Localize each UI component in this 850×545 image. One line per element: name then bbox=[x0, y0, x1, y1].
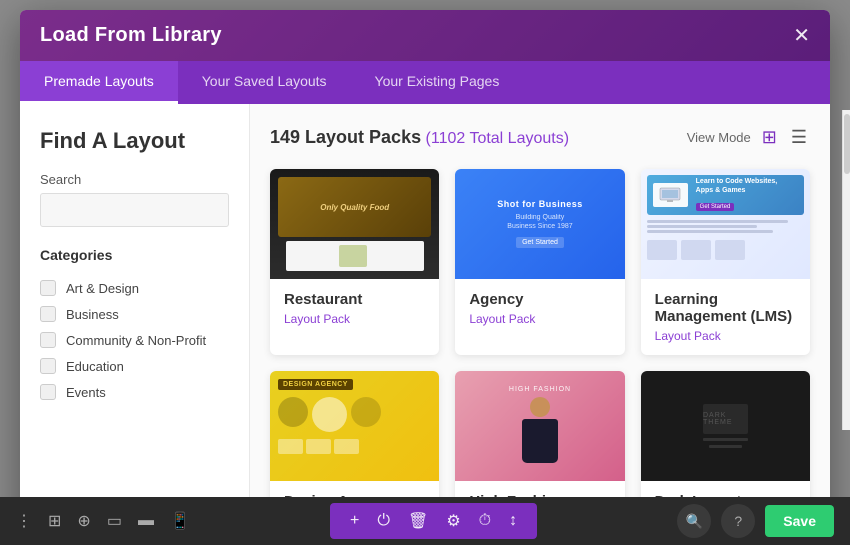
card-preview-agency: Shot for Business Building QualityBusine… bbox=[455, 169, 624, 279]
category-business[interactable]: Business bbox=[40, 301, 229, 327]
card-type-lms: Layout Pack bbox=[655, 329, 796, 343]
restaurant-sub-image bbox=[286, 241, 424, 271]
close-button[interactable]: ✕ bbox=[793, 26, 810, 46]
card-type-restaurant: Layout Pack bbox=[284, 312, 425, 326]
tab-premade[interactable]: Premade Layouts bbox=[20, 61, 178, 104]
lms-body bbox=[647, 218, 804, 235]
add-icon[interactable]: + bbox=[350, 512, 359, 530]
history-icon[interactable]: ⏱ bbox=[479, 512, 491, 530]
layout-card-lms[interactable]: Learn to Code Websites,Apps & Games Get … bbox=[641, 169, 810, 355]
content-header: 149 Layout Packs (1102 Total Layouts) Vi… bbox=[270, 124, 810, 151]
toolbar-left: ⋮ ⊞ ⊕ ▭ ▬ 📱 bbox=[16, 511, 190, 531]
main-content: 149 Layout Packs (1102 Total Layouts) Vi… bbox=[250, 104, 830, 530]
category-checkbox-education[interactable] bbox=[40, 358, 56, 374]
card-preview-design: Design Agency bbox=[270, 371, 439, 481]
modal-tabs: Premade Layouts Your Saved Layouts Your … bbox=[20, 61, 830, 104]
search-icon: 🔍 bbox=[686, 513, 703, 530]
sidebar: Find A Layout Search Categories Art & De… bbox=[20, 104, 250, 530]
view-mode-controls: View Mode ⊞ ☰ bbox=[687, 124, 810, 151]
card-preview-lms: Learn to Code Websites,Apps & Games Get … bbox=[641, 169, 810, 279]
card-preview-dark: Dark Theme bbox=[641, 371, 810, 481]
design-circles bbox=[278, 397, 431, 432]
card-info-agency: Agency Layout Pack bbox=[455, 279, 624, 338]
tablet-icon[interactable]: ▬ bbox=[138, 512, 154, 530]
card-preview-fashion: High Fashion bbox=[455, 371, 624, 481]
layout-grid: Only Quality Food bbox=[270, 169, 810, 530]
list-view-button[interactable]: ☰ bbox=[788, 124, 810, 151]
sidebar-title: Find A Layout bbox=[40, 128, 229, 154]
tab-existing[interactable]: Your Existing Pages bbox=[351, 61, 524, 104]
toolbar-center: + ⏻ 🗑 ⚙ ⏱ ↕ bbox=[330, 503, 537, 539]
categories-title: Categories bbox=[40, 247, 229, 263]
packs-title: 149 Layout Packs (1102 Total Layouts) bbox=[270, 127, 569, 148]
power-icon[interactable]: ⏻ bbox=[377, 512, 390, 530]
card-name-restaurant: Restaurant bbox=[284, 291, 425, 308]
modal-header: Load From Library ✕ bbox=[20, 10, 830, 61]
card-type-agency: Layout Pack bbox=[469, 312, 610, 326]
card-name-agency: Agency bbox=[469, 291, 610, 308]
grid-icon[interactable]: ⊞ bbox=[48, 511, 61, 531]
card-info-restaurant: Restaurant Layout Pack bbox=[270, 279, 439, 338]
desktop-icon[interactable]: ▭ bbox=[107, 511, 122, 531]
sort-icon[interactable]: ↕ bbox=[509, 512, 517, 530]
layout-card-restaurant[interactable]: Only Quality Food bbox=[270, 169, 439, 355]
toolbar-right: 🔍 ? Save bbox=[677, 504, 834, 538]
category-checkbox-business[interactable] bbox=[40, 306, 56, 322]
modal-overlay: Load From Library ✕ Premade Layouts Your… bbox=[0, 0, 850, 545]
restaurant-header-image: Only Quality Food bbox=[278, 177, 431, 237]
help-button[interactable]: ? bbox=[721, 504, 755, 538]
agency-content: Shot for Business Building QualityBusine… bbox=[489, 191, 591, 257]
help-icon: ? bbox=[734, 513, 742, 529]
layout-card-agency[interactable]: Shot for Business Building QualityBusine… bbox=[455, 169, 624, 355]
category-events[interactable]: Events bbox=[40, 379, 229, 405]
bottom-toolbar: ⋮ ⊞ ⊕ ▭ ▬ 📱 + ⏻ 🗑 ⚙ ⏱ ↕ 🔍 ? Save bbox=[0, 497, 850, 545]
search-button[interactable]: 🔍 bbox=[677, 504, 711, 538]
mobile-icon[interactable]: 📱 bbox=[170, 511, 190, 531]
grid-view-button[interactable]: ⊞ bbox=[759, 124, 780, 151]
tab-saved[interactable]: Your Saved Layouts bbox=[178, 61, 351, 104]
category-community[interactable]: Community & Non-Profit bbox=[40, 327, 229, 353]
search-input[interactable] bbox=[40, 193, 229, 227]
zoom-icon[interactable]: ⊕ bbox=[77, 511, 90, 531]
category-checkbox-events[interactable] bbox=[40, 384, 56, 400]
trash-icon[interactable]: 🗑 bbox=[408, 511, 428, 531]
search-label: Search bbox=[40, 172, 229, 187]
dots-icon[interactable]: ⋮ bbox=[16, 511, 32, 531]
save-button[interactable]: Save bbox=[765, 505, 834, 537]
category-checkbox-community[interactable] bbox=[40, 332, 56, 348]
lms-banner: Learn to Code Websites,Apps & Games Get … bbox=[647, 175, 804, 215]
category-checkbox-art-design[interactable] bbox=[40, 280, 56, 296]
modal-container: Load From Library ✕ Premade Layouts Your… bbox=[20, 10, 830, 530]
settings-icon[interactable]: ⚙ bbox=[446, 511, 460, 531]
modal-title: Load From Library bbox=[40, 24, 222, 47]
card-info-lms: Learning Management (LMS) Layout Pack bbox=[641, 279, 810, 355]
modal-body: Find A Layout Search Categories Art & De… bbox=[20, 104, 830, 530]
card-preview-restaurant: Only Quality Food bbox=[270, 169, 439, 279]
category-art-design[interactable]: Art & Design bbox=[40, 275, 229, 301]
card-name-lms: Learning Management (LMS) bbox=[655, 291, 796, 325]
category-education[interactable]: Education bbox=[40, 353, 229, 379]
